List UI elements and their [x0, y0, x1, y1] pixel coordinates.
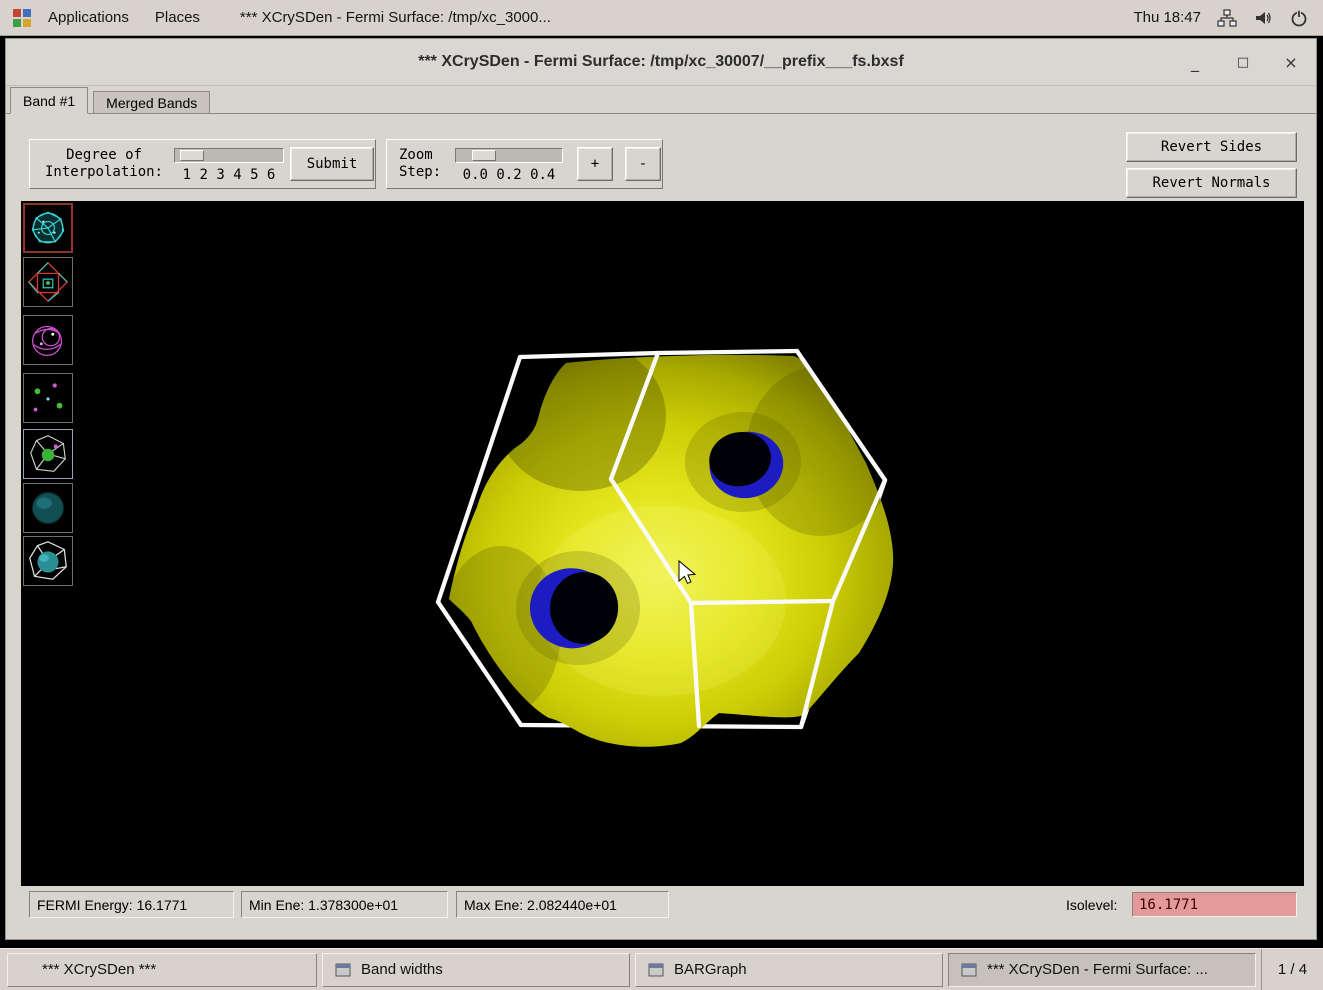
- window-title: *** XCrySDen - Fermi Surface: /tmp/xc_30…: [418, 53, 904, 71]
- volume-icon[interactable]: [1253, 8, 1273, 28]
- taskbar-button-label: BARGraph: [674, 961, 747, 978]
- interpolation-ticks: 1 2 3 4 5 6: [174, 167, 284, 183]
- fermi-thumbnail-5[interactable]: [23, 429, 73, 479]
- titlebar[interactable]: *** XCrySDen - Fermi Surface: /tmp/xc_30…: [6, 39, 1316, 86]
- taskbar-button-label: *** XCrySDen ***: [42, 961, 156, 978]
- zoom-group: Zoom Step: 0.0 0.2 0.4 + -: [386, 139, 663, 189]
- zoom-step-slider-handle[interactable]: [472, 150, 496, 161]
- power-icon[interactable]: [1289, 8, 1309, 28]
- interpolation-slider-handle[interactable]: [180, 150, 204, 161]
- workspace-network-icon[interactable]: [1217, 8, 1237, 28]
- zoom-step-label: Zoom Step:: [399, 147, 449, 181]
- window-icon: [961, 962, 977, 978]
- clock[interactable]: Thu 18:47: [1133, 9, 1201, 26]
- xcrysden-window: *** XCrySDen - Fermi Surface: /tmp/xc_30…: [5, 38, 1317, 940]
- taskbar-button-label: *** XCrySDen - Fermi Surface: ...: [987, 961, 1208, 978]
- maximize-button[interactable]: □: [1232, 55, 1254, 70]
- interpolation-slider[interactable]: [174, 148, 284, 163]
- fermi-thumbnail-1[interactable]: [23, 203, 73, 253]
- fermi-surface-plot: [21, 201, 1304, 886]
- tab-merged-bands[interactable]: Merged Bands: [93, 91, 210, 113]
- interpolation-group: Degree of Interpolation: 1 2 3 4 5 6 Sub…: [29, 139, 376, 189]
- taskbar-button-band-widths[interactable]: Band widths: [322, 953, 630, 987]
- taskbar: *** XCrySDen *** Band widths BARGraph **…: [0, 948, 1323, 990]
- taskbar-button-bargraph[interactable]: BARGraph: [635, 953, 943, 987]
- taskbar-button-xcrysden[interactable]: *** XCrySDen ***: [7, 953, 317, 987]
- fermi-energy-box: FERMI Energy: 16.1771: [29, 891, 234, 918]
- fermi-thumbnail-3[interactable]: [23, 315, 73, 365]
- zoom-step-ticks: 0.0 0.2 0.4: [455, 167, 563, 183]
- tab-band-1[interactable]: Band #1: [10, 87, 88, 114]
- taskbar-button-label: Band widths: [361, 961, 443, 978]
- window-controls: _ □ ×: [1184, 39, 1302, 85]
- applications-menu[interactable]: Applications: [38, 0, 139, 35]
- panel-tray: Thu 18:47: [1133, 8, 1309, 28]
- revert-normals-button[interactable]: Revert Normals: [1126, 168, 1297, 198]
- min-ene-box: Min Ene: 1.378300e+01: [241, 891, 448, 918]
- window-icon: [648, 962, 664, 978]
- taskbar-button-fermi-surface[interactable]: *** XCrySDen - Fermi Surface: ...: [948, 953, 1256, 987]
- desktop: Applications Places *** XCrySDen - Fermi…: [0, 0, 1323, 990]
- places-menu[interactable]: Places: [145, 0, 210, 35]
- applications-menu-icon[interactable]: [12, 8, 32, 28]
- render-canvas[interactable]: [21, 201, 1304, 886]
- fermi-surface-body: [441, 341, 896, 747]
- workspace-pager[interactable]: 1 / 4: [1261, 949, 1323, 990]
- top-panel: Applications Places *** XCrySDen - Fermi…: [0, 0, 1323, 36]
- fermi-thumbnail-4[interactable]: [23, 373, 73, 423]
- zoom-out-button[interactable]: -: [625, 147, 661, 181]
- zoom-step-slider[interactable]: [455, 148, 563, 163]
- window-icon: [335, 962, 351, 978]
- interpolation-label: Degree of Interpolation:: [38, 147, 170, 181]
- band-tabstrip: Band #1 Merged Bands: [6, 86, 1316, 114]
- fermi-thumbnail-2[interactable]: [23, 257, 73, 307]
- close-button[interactable]: ×: [1280, 53, 1302, 72]
- isolevel-input[interactable]: [1132, 892, 1297, 917]
- fermi-thumbnail-7[interactable]: [23, 536, 73, 586]
- panel-task-title[interactable]: *** XCrySDen - Fermi Surface: /tmp/xc_30…: [240, 9, 551, 26]
- max-ene-box: Max Ene: 2.082440e+01: [456, 891, 669, 918]
- revert-sides-button[interactable]: Revert Sides: [1126, 132, 1297, 162]
- isolevel-label: Isolevel:: [1066, 891, 1117, 918]
- submit-button[interactable]: Submit: [290, 147, 374, 181]
- zoom-in-button[interactable]: +: [577, 147, 613, 181]
- minimize-button[interactable]: _: [1184, 53, 1206, 72]
- fermi-thumbnail-6[interactable]: [23, 483, 73, 533]
